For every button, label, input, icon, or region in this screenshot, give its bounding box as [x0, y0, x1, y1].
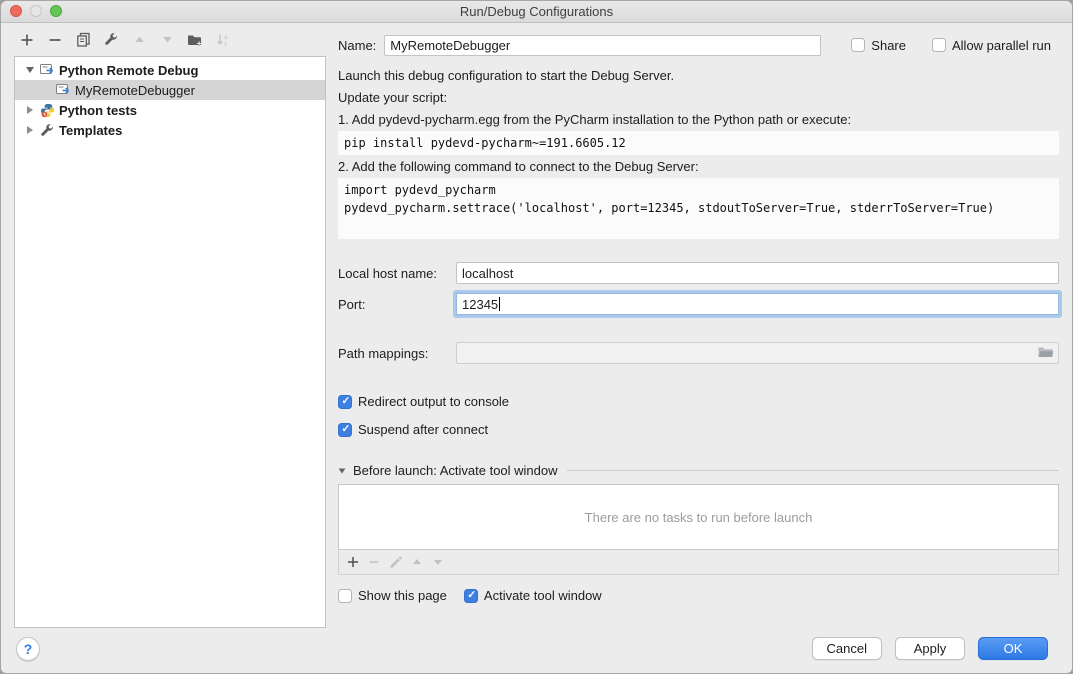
section-divider	[567, 470, 1059, 471]
question-mark-icon: ?	[24, 641, 33, 657]
checkbox-checked[interactable]	[338, 395, 352, 409]
settrace-code-line-1: import pydevd_pycharm	[344, 181, 1053, 199]
configurations-sidebar: az Python Remote Debug MyRemoteDebugger	[1, 23, 326, 628]
local-host-name-input[interactable]	[456, 262, 1059, 284]
move-up-icon	[128, 30, 150, 50]
new-folder-icon[interactable]	[184, 30, 206, 50]
zoom-window-button[interactable]	[50, 5, 62, 17]
tree-item-python-tests[interactable]: Python tests	[15, 100, 325, 120]
minimize-window-button	[30, 5, 42, 17]
expand-closed-icon[interactable]	[22, 126, 38, 134]
remove-configuration-icon[interactable]	[44, 30, 66, 50]
tree-item-templates[interactable]: Templates	[15, 120, 325, 140]
add-configuration-icon[interactable]	[16, 30, 38, 50]
allow-parallel-run-checkbox[interactable]: Allow parallel run	[932, 38, 1051, 53]
cancel-button[interactable]: Cancel	[812, 637, 882, 660]
activate-tool-window-checkbox[interactable]: Activate tool window	[464, 588, 602, 603]
show-this-page-checkbox[interactable]: Show this page	[338, 588, 447, 603]
instruction-line-1: Launch this debug configuration to start…	[338, 65, 1059, 87]
suspend-after-connect-checkbox[interactable]: Suspend after connect	[338, 422, 1059, 437]
port-label: Port:	[338, 297, 456, 312]
browse-folder-icon[interactable]	[1037, 345, 1054, 360]
svg-text:a: a	[224, 34, 228, 41]
instruction-line-2: Update your script:	[338, 87, 1059, 109]
help-button[interactable]: ?	[16, 637, 40, 661]
wrench-icon	[38, 123, 56, 138]
tree-item-label: MyRemoteDebugger	[75, 83, 195, 98]
remove-task-icon	[368, 556, 380, 568]
edit-configuration-wrench-icon[interactable]	[100, 30, 122, 50]
tree-item-python-remote-debug[interactable]: Python Remote Debug	[15, 60, 325, 80]
checkbox-unchecked[interactable]	[851, 38, 865, 52]
before-launch-title: Before launch: Activate tool window	[353, 463, 558, 478]
name-label: Name:	[338, 38, 376, 53]
configuration-form: Name: Share Allow parallel run Launch th…	[326, 23, 1072, 628]
local-host-name-label: Local host name:	[338, 266, 456, 281]
path-mappings-label: Path mappings:	[338, 346, 456, 361]
tasks-toolbar	[338, 550, 1059, 575]
before-launch-tasks-list[interactable]: There are no tasks to run before launch	[338, 484, 1059, 550]
configurations-tree: Python Remote Debug MyRemoteDebugger Pyt…	[14, 56, 326, 628]
python-tests-icon	[38, 103, 56, 118]
sort-alphabetically-icon: az	[212, 30, 234, 50]
window-title: Run/Debug Configurations	[460, 4, 613, 19]
settrace-code: import pydevd_pycharm pydevd_pycharm.set…	[338, 178, 1059, 239]
move-down-icon	[156, 30, 178, 50]
empty-tasks-message: There are no tasks to run before launch	[585, 510, 813, 525]
traffic-lights	[10, 5, 62, 17]
tree-item-myremotedebugger[interactable]: MyRemoteDebugger	[15, 80, 325, 100]
remote-debug-config-icon	[38, 62, 56, 78]
path-mappings-input[interactable]	[456, 342, 1059, 364]
svg-text:z: z	[224, 41, 227, 47]
move-task-up-icon	[411, 556, 423, 568]
close-window-button[interactable]	[10, 5, 22, 17]
expand-closed-icon[interactable]	[22, 106, 38, 114]
before-launch-section-header[interactable]: Before launch: Activate tool window	[338, 463, 1059, 478]
instruction-step-2: 2. Add the following command to connect …	[338, 156, 1059, 178]
dialog-footer: ? Cancel Apply OK	[1, 628, 1072, 673]
text-cursor	[499, 297, 500, 311]
checkbox-checked[interactable]	[338, 423, 352, 437]
share-checkbox[interactable]: Share	[851, 38, 906, 53]
checkbox-checked[interactable]	[464, 589, 478, 603]
expand-open-icon[interactable]	[22, 67, 38, 73]
tree-item-label: Python Remote Debug	[59, 63, 198, 78]
port-input[interactable]: 12345	[456, 293, 1059, 315]
pip-install-code: pip install pydevd-pycharm~=191.6605.12	[338, 131, 1059, 155]
run-debug-configurations-dialog: Run/Debug Configurations	[0, 0, 1073, 674]
apply-button[interactable]: Apply	[895, 637, 965, 660]
checkbox-unchecked[interactable]	[932, 38, 946, 52]
settrace-code-line-2: pydevd_pycharm.settrace('localhost', por…	[344, 199, 1053, 217]
remote-debug-config-icon	[54, 82, 72, 98]
name-input[interactable]	[384, 35, 821, 56]
redirect-output-checkbox[interactable]: Redirect output to console	[338, 394, 1059, 409]
configurations-toolbar: az	[14, 23, 326, 56]
collapse-section-icon[interactable]	[339, 468, 346, 473]
move-task-down-icon	[432, 556, 444, 568]
add-task-icon[interactable]	[347, 556, 359, 568]
ok-button[interactable]: OK	[978, 637, 1048, 660]
copy-configuration-icon[interactable]	[72, 30, 94, 50]
checkbox-unchecked[interactable]	[338, 589, 352, 603]
title-bar[interactable]: Run/Debug Configurations	[1, 1, 1072, 23]
instruction-step-1: 1. Add pydevd-pycharm.egg from the PyCha…	[338, 109, 1059, 131]
tree-item-label: Python tests	[59, 103, 137, 118]
tree-item-label: Templates	[59, 123, 122, 138]
edit-task-pencil-icon	[389, 556, 402, 569]
